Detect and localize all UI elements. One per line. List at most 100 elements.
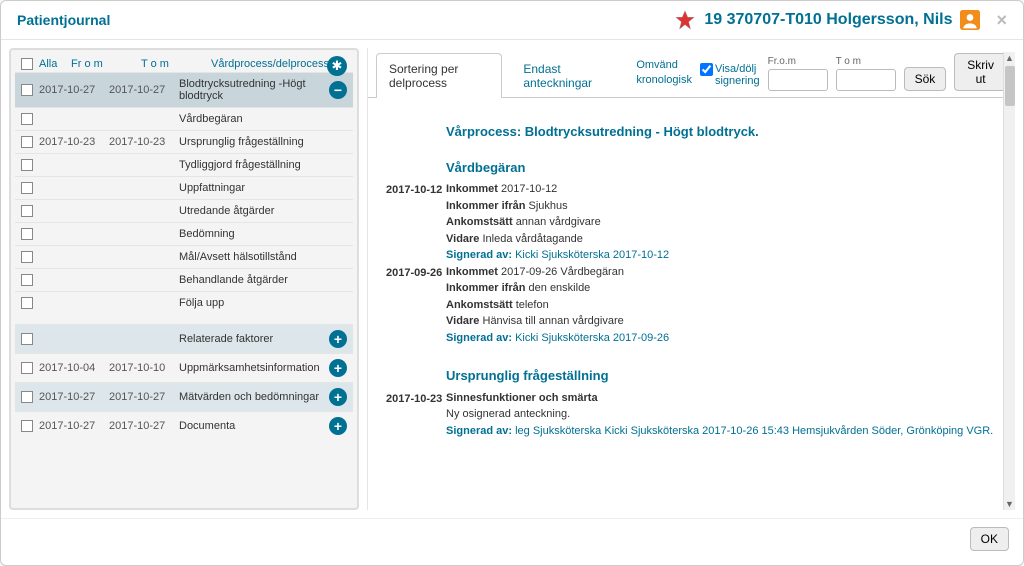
field-value: Ny osignerad anteckning. <box>446 408 570 420</box>
expand-icon[interactable]: + <box>329 359 347 377</box>
expand-icon[interactable]: + <box>329 388 347 406</box>
scroll-up-icon[interactable]: ▲ <box>1005 52 1014 64</box>
field-label: Sinnesfunktioner och smärta <box>446 392 598 404</box>
to-date-input[interactable] <box>836 69 896 91</box>
list-item[interactable]: Bedömning <box>15 222 353 245</box>
list-item[interactable]: Behandlande åtgärder <box>15 268 353 291</box>
section-title: Vårdbegäran <box>446 158 997 178</box>
field-label: Inkommer ifrån <box>446 200 525 212</box>
from-date-input[interactable] <box>768 69 828 91</box>
window-title: Patientjournal <box>17 12 110 28</box>
list-item[interactable]: Tydliggjord frågeställning <box>15 153 353 176</box>
row-checkbox[interactable] <box>21 391 33 403</box>
signed-by-value: Kicki Sjuksköterska 2017-09-26 <box>515 332 669 344</box>
row-checkbox[interactable] <box>21 274 33 286</box>
col-from[interactable]: Fr o m <box>71 58 141 70</box>
journal-detail-panel: Sortering per delprocess Endast anteckni… <box>367 48 1015 510</box>
journal-entry: 2017-10-23 Sinnesfunktioner och smärta N… <box>386 390 997 440</box>
select-all-checkbox[interactable] <box>21 58 33 70</box>
scroll-down-icon[interactable]: ▼ <box>1005 498 1014 510</box>
link-reverse-chronological[interactable]: Omvänd kronologisk <box>636 58 692 97</box>
gear-icon[interactable]: ✱ <box>327 56 347 76</box>
row-to: 2017-10-10 <box>109 362 179 374</box>
row-checkbox[interactable] <box>21 362 33 374</box>
list-item[interactable]: 2017-10-27 2017-10-27 Documenta + <box>15 411 353 440</box>
tab-notes-only[interactable]: Endast anteckningar <box>510 53 620 98</box>
row-from: 2017-10-23 <box>39 136 109 148</box>
row-checkbox[interactable] <box>21 228 33 240</box>
patient-id: 19 370707-T010 Holgersson, Nils <box>704 11 952 29</box>
search-button[interactable]: Sök <box>904 67 947 91</box>
body: ✱ Alla Fr o m T o m Vårdprocess/delproce… <box>1 40 1023 518</box>
expand-icon[interactable]: + <box>329 417 347 435</box>
list-item[interactable]: 2017-10-04 2017-10-10 Uppmärksamhetsinfo… <box>15 353 353 382</box>
row-from: 2017-10-27 <box>39 391 109 403</box>
entry-date: 2017-10-12 <box>386 181 446 264</box>
field-label: Inkommer ifrån <box>446 282 525 294</box>
process-list-panel: ✱ Alla Fr o m T o m Vårdprocess/delproce… <box>9 48 359 510</box>
tab-sort-per-subprocess[interactable]: Sortering per delprocess <box>376 53 502 98</box>
ok-button[interactable]: OK <box>970 527 1009 551</box>
print-button[interactable]: Skriv ut <box>954 53 1007 91</box>
toggle-show-signing[interactable]: Visa/dölj signering <box>700 63 760 97</box>
show-signing-checkbox[interactable] <box>700 63 713 76</box>
list-item[interactable]: Relaterade faktorer + <box>15 324 353 353</box>
field-value: Inleda vårdåtagande <box>483 233 583 245</box>
row-proc: Uppfattningar <box>179 182 347 194</box>
entry-date: 2017-10-23 <box>386 390 446 440</box>
row-checkbox[interactable] <box>21 297 33 309</box>
row-proc: Relaterade faktorer <box>179 333 329 345</box>
row-to: 2017-10-27 <box>109 391 179 403</box>
row-checkbox[interactable] <box>21 84 33 96</box>
col-alla[interactable]: Alla <box>39 58 71 70</box>
row-from: 2017-10-04 <box>39 362 109 374</box>
expand-icon[interactable]: + <box>329 330 347 348</box>
field-value: telefon <box>516 299 549 311</box>
field-value: annan vårdgivare <box>516 216 601 228</box>
field-value: Hänvisa till annan vårdgivare <box>483 315 624 327</box>
row-proc: Följa upp <box>179 297 347 309</box>
collapse-icon[interactable]: − <box>329 81 347 99</box>
scroll-thumb[interactable] <box>1005 66 1015 106</box>
detail-toolbar: Sortering per delprocess Endast anteckni… <box>368 48 1015 98</box>
field-value: 2017-09-26 Vårdbegäran <box>501 266 624 278</box>
entry-body: Inkommet 2017-09-26 Vårdbegäran Inkommer… <box>446 264 997 347</box>
list-item[interactable]: 2017-10-23 2017-10-23 Ursprunglig fråges… <box>15 130 353 153</box>
list-item[interactable]: Uppfattningar <box>15 176 353 199</box>
row-checkbox[interactable] <box>21 205 33 217</box>
patient-avatar-icon <box>960 10 980 30</box>
field-value: 2017-10-12 <box>501 183 557 195</box>
list-item[interactable]: Mål/Avsett hälsotillstånd <box>15 245 353 268</box>
scrollbar[interactable]: ▲ ▼ <box>1003 52 1015 510</box>
row-from: 2017-10-27 <box>39 84 109 96</box>
list-item[interactable]: 2017-10-27 2017-10-27 Mätvärden och bedö… <box>15 382 353 411</box>
row-checkbox[interactable] <box>21 251 33 263</box>
row-checkbox[interactable] <box>21 113 33 125</box>
row-checkbox[interactable] <box>21 333 33 345</box>
row-checkbox[interactable] <box>21 159 33 171</box>
field-value: Sjukhus <box>529 200 568 212</box>
row-proc: Utredande åtgärder <box>179 205 347 217</box>
row-to: 2017-10-27 <box>109 420 179 432</box>
row-checkbox[interactable] <box>21 136 33 148</box>
col-to[interactable]: T o m <box>141 58 211 70</box>
row-to: 2017-10-23 <box>109 136 179 148</box>
field-label: Vidare <box>446 315 479 327</box>
signed-by-label: Signerad av: <box>446 425 512 437</box>
list-item[interactable]: Utredande åtgärder <box>15 199 353 222</box>
row-checkbox[interactable] <box>21 182 33 194</box>
row-checkbox[interactable] <box>21 420 33 432</box>
field-value: den enskilde <box>529 282 591 294</box>
list-item[interactable]: Följa upp <box>15 291 353 314</box>
row-proc: Bedömning <box>179 228 347 240</box>
row-proc: Blodtrycksutredning -Högt blodtryck <box>179 78 329 102</box>
section-title: Ursprunglig frågeställning <box>446 366 997 386</box>
from-date-label: Fr.o.m <box>768 56 828 67</box>
entry-date: 2017-09-26 <box>386 264 446 347</box>
to-date-label: T o m <box>836 56 896 67</box>
list-item[interactable]: 2017-10-27 2017-10-27 Blodtrycksutrednin… <box>15 72 353 107</box>
close-icon[interactable]: × <box>996 10 1007 31</box>
process-list-header: Alla Fr o m T o m Vårdprocess/delprocess <box>15 54 353 72</box>
signed-by-label: Signerad av: <box>446 249 512 261</box>
list-item[interactable]: Vårdbegäran <box>15 107 353 130</box>
